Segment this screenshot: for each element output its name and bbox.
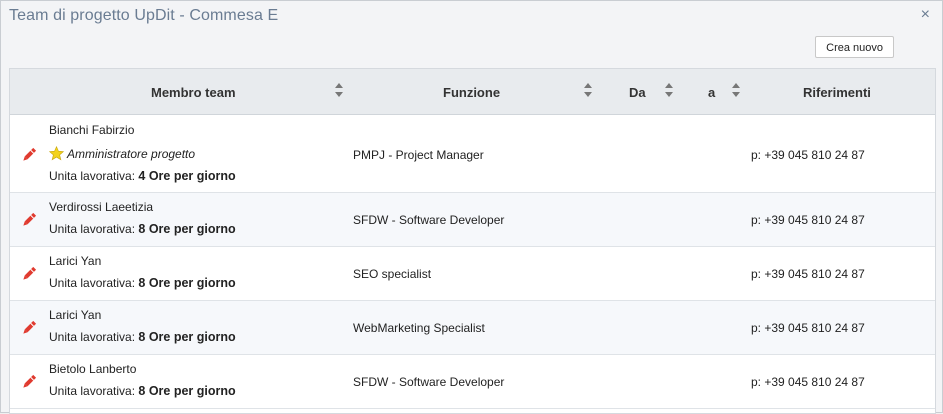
workload-label: Unita lavorativa: xyxy=(49,169,136,183)
member-function: SEO specialist xyxy=(353,267,432,281)
workload-label: Unita lavorativa: xyxy=(49,384,136,398)
star-icon xyxy=(49,146,64,161)
member-function: SFDW - Software Developer xyxy=(353,375,505,389)
member-function: WebMarketing Specialist xyxy=(353,321,485,335)
create-new-button[interactable]: Crea nuovo xyxy=(815,36,894,58)
member-reference: p: +39 045 810 24 87 xyxy=(751,375,865,389)
member-name: Verdirossi Laeetizia xyxy=(49,200,154,214)
member-workload: Unita lavorativa: 8 Ore per giorno xyxy=(49,222,236,236)
member-reference: p: +39 045 810 24 87 xyxy=(751,148,865,162)
workload-label: Unita lavorativa: xyxy=(49,222,136,236)
member-workload: Unita lavorativa: 8 Ore per giorno xyxy=(49,330,236,344)
member-workload: Unita lavorativa: 4 Ore per giorno xyxy=(49,169,236,183)
project-team-dialog: Team di progetto UpDit - Commesa E × Cre… xyxy=(0,0,943,414)
member-name: Bietolo Lanberto xyxy=(49,362,137,376)
column-header-member[interactable]: Membro team xyxy=(151,85,236,100)
member-reference: p: +39 045 810 24 87 xyxy=(751,267,865,281)
sort-icon-from[interactable] xyxy=(665,83,673,97)
table-header: Membro team Funzione Da a Riferimenti xyxy=(10,69,935,115)
edit-pencil-icon[interactable] xyxy=(20,319,38,337)
workload-value: 8 Ore per giorno xyxy=(138,276,236,290)
table-row[interactable]: Larici Yan Unita lavorativa: 8 Ore per g… xyxy=(10,301,935,355)
workload-value: 8 Ore per giorno xyxy=(138,384,236,398)
member-role-line: Amministratore progetto xyxy=(49,146,195,161)
member-function: PMPJ - Project Manager xyxy=(353,148,484,162)
member-function: SFDW - Software Developer xyxy=(353,213,505,227)
workload-value: 8 Ore per giorno xyxy=(138,222,236,236)
table-row[interactable]: Bianchi Fabirzio Amministratore progetto… xyxy=(10,115,935,193)
member-workload: Unita lavorativa: 8 Ore per giorno xyxy=(49,276,236,290)
column-header-function[interactable]: Funzione xyxy=(443,85,500,100)
close-icon[interactable]: × xyxy=(921,6,930,24)
dialog-titlebar: Team di progetto UpDit - Commesa E × xyxy=(1,1,942,33)
table-row[interactable]: Verdirossi Laeetizia Unita lavorativa: 8… xyxy=(10,193,935,247)
member-name: Bianchi Fabirzio xyxy=(49,123,135,137)
member-workload: Unita lavorativa: 8 Ore per giorno xyxy=(49,384,236,398)
workload-value: 4 Ore per giorno xyxy=(138,169,236,183)
member-name: Larici Yan xyxy=(49,308,102,322)
table-row[interactable]: Bietolo Lanberto Unita lavorativa: 8 Ore… xyxy=(10,355,935,409)
workload-value: 8 Ore per giorno xyxy=(138,330,236,344)
edit-pencil-icon[interactable] xyxy=(20,146,38,164)
sort-icon-function[interactable] xyxy=(584,83,592,97)
dialog-title: Team di progetto UpDit - Commesa E xyxy=(9,7,279,24)
member-role: Amministratore progetto xyxy=(67,147,196,161)
member-name: Larici Yan xyxy=(49,254,102,268)
table-row[interactable]: Larici Yan Unita lavorativa: 8 Ore per g… xyxy=(10,247,935,301)
workload-label: Unita lavorativa: xyxy=(49,276,136,290)
column-header-references: Riferimenti xyxy=(803,85,871,100)
sort-icon-member[interactable] xyxy=(335,83,343,97)
edit-pencil-icon[interactable] xyxy=(20,211,38,229)
toolbar: Crea nuovo xyxy=(1,33,942,68)
column-header-from[interactable]: Da xyxy=(629,85,646,100)
member-reference: p: +39 045 810 24 87 xyxy=(751,213,865,227)
member-reference: p: +39 045 810 24 87 xyxy=(751,321,865,335)
edit-pencil-icon[interactable] xyxy=(20,265,38,283)
workload-label: Unita lavorativa: xyxy=(49,330,136,344)
column-header-to[interactable]: a xyxy=(708,85,715,100)
team-table: Membro team Funzione Da a Riferimenti Bi… xyxy=(9,68,936,414)
sort-icon-to[interactable] xyxy=(732,83,740,97)
edit-pencil-icon[interactable] xyxy=(20,373,38,391)
